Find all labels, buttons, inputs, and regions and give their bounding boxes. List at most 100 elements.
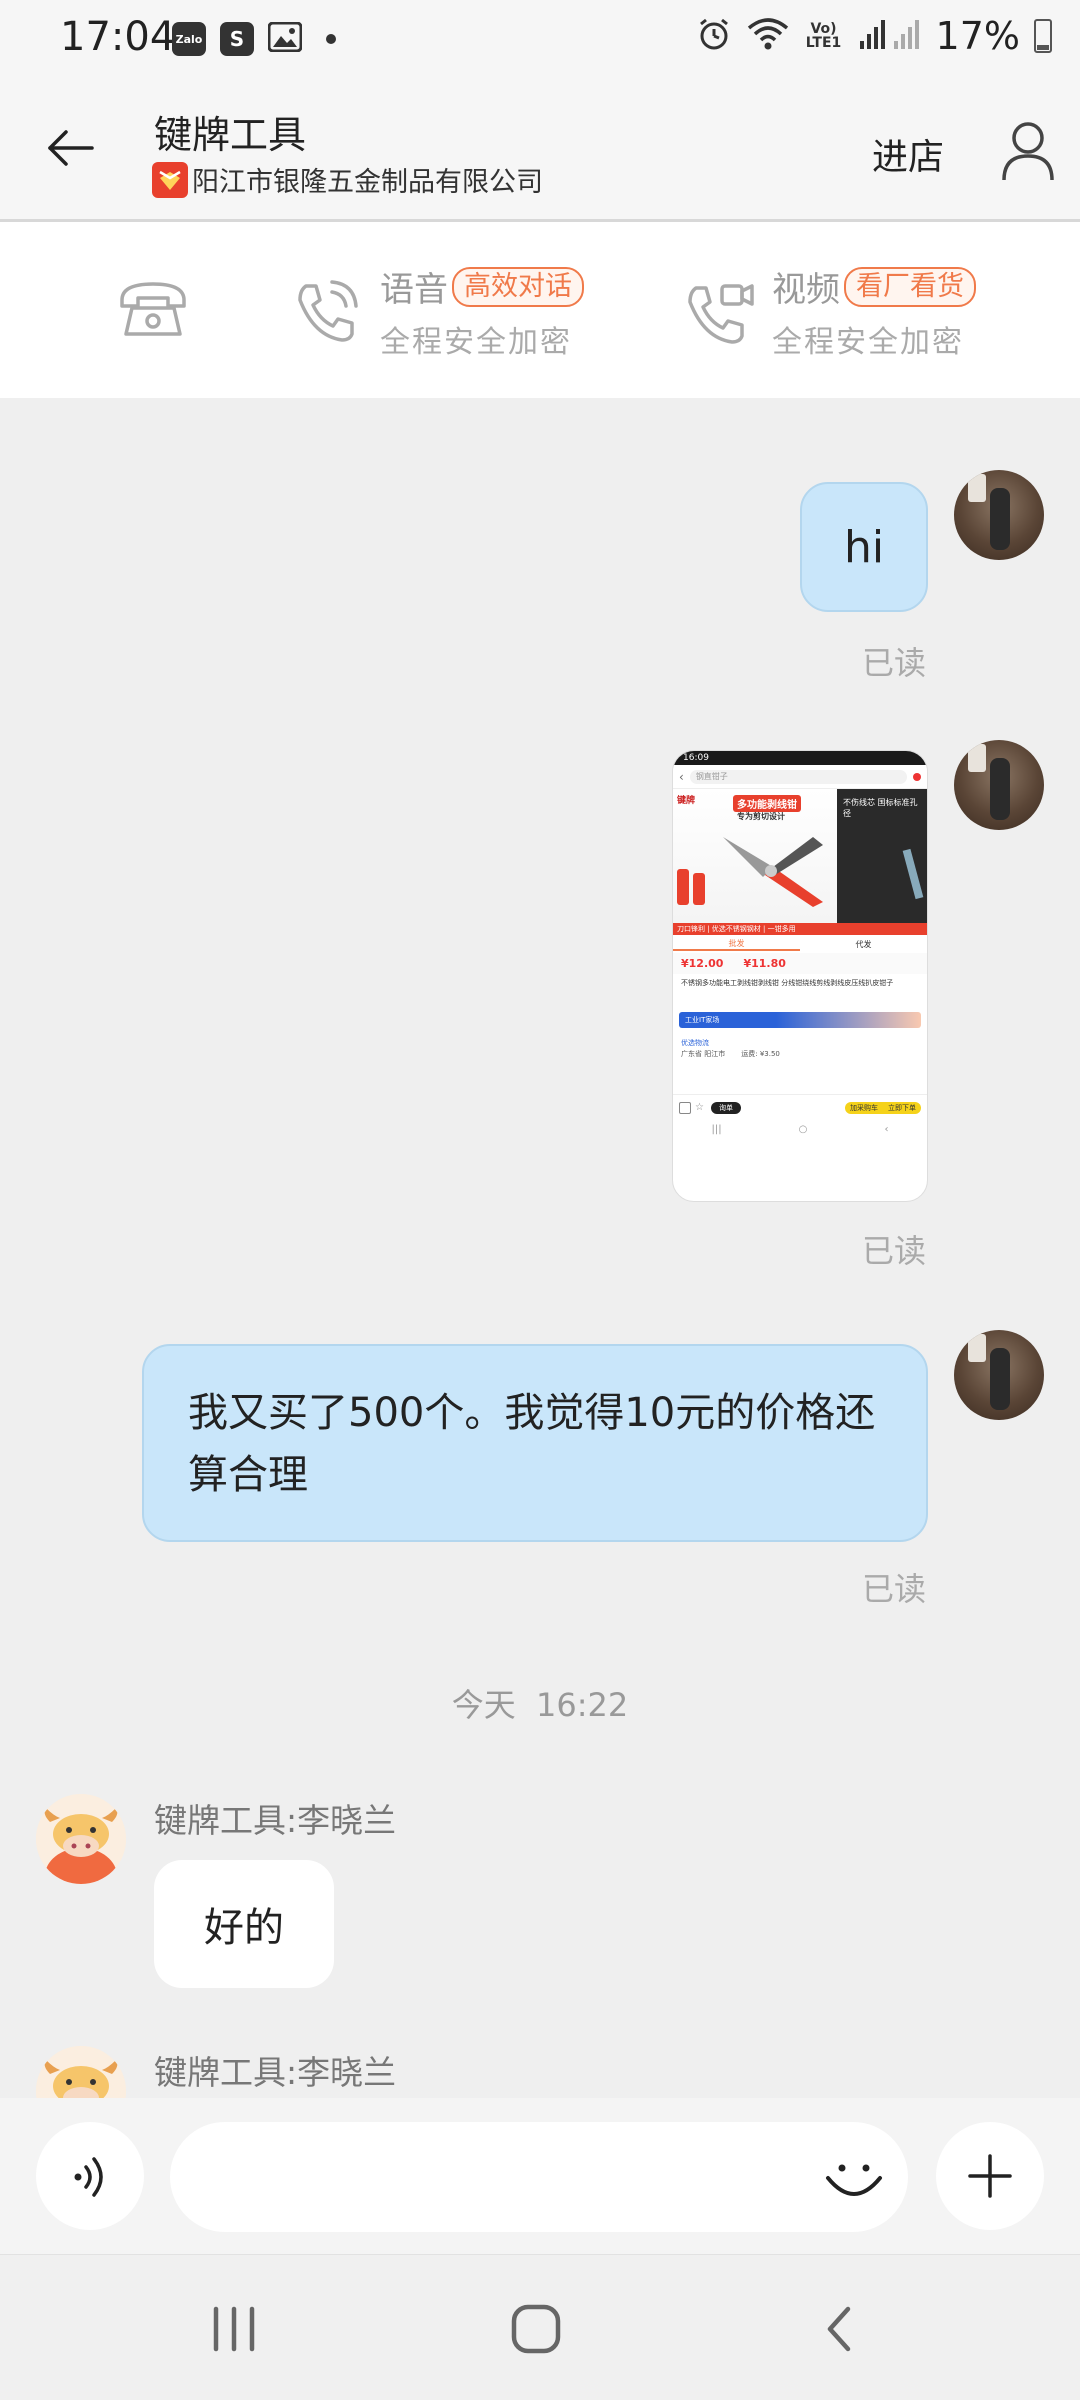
thumb-shipping-fee: 运费: ¥3.50 — [741, 1050, 780, 1058]
status-right: Vo) LTE1 17% — [696, 14, 1052, 58]
seller-avatar[interactable] — [36, 1794, 126, 1884]
thumb-price-1: ¥12.00 — [681, 957, 724, 970]
more-notifications-dot — [326, 34, 336, 44]
message-input[interactable] — [170, 2122, 908, 2232]
thumb-banner: 键牌 多功能剥线钳 专为剪切设计 — [673, 789, 837, 923]
video-call-button[interactable]: 视频 看厂看货 全程安全加密 — [684, 262, 1004, 362]
message-bubble[interactable]: hi — [800, 482, 928, 612]
voice-input-button[interactable] — [36, 2122, 144, 2230]
video-call-label: 视频 — [772, 270, 840, 310]
image-message[interactable]: 16:09 ‹ 钢直钳子 键牌 多功能剥线钳 专为剪切设计 不伤线芯 国标标准孔… — [672, 750, 928, 1202]
voice-input-icon — [74, 2157, 103, 2197]
chat-header: 键牌工具 阳江市银隆五金制品有限公司 进店 — [0, 80, 1080, 222]
message-input-bar — [0, 2098, 1080, 2254]
phone-call-button[interactable] — [116, 278, 190, 344]
thumb-factory-bar: 工业IT家场 — [679, 1012, 921, 1028]
chat-messages[interactable]: hi 已读 16:09 ‹ 钢直钳子 键牌 多功能剥线钳 专为剪切设计 不伤线芯… — [0, 398, 1080, 2098]
thumb-store-icon — [679, 1101, 691, 1114]
thumb-banner-sub: 专为剪切设计 — [737, 812, 785, 821]
sender-name: 键牌工具:李晓兰 — [154, 1801, 397, 1840]
thumb-side-banner: 不伤线芯 国标标准孔径 — [837, 789, 927, 923]
my-avatar[interactable] — [954, 740, 1044, 830]
thumb-ship-from: 广东省 阳江市 — [681, 1050, 726, 1058]
voice-call-button[interactable]: 语音 高效对话 全程安全加密 — [292, 262, 592, 362]
home-icon — [511, 2304, 561, 2354]
thumb-banner-title: 多功能剥线钳 — [733, 795, 801, 812]
thumb-tab-dropship: 代发 — [855, 939, 872, 949]
video-call-icon — [688, 284, 754, 344]
thumb-status-bar: 16:09 — [673, 751, 927, 765]
time-divider: 今天 16:22 — [451, 1686, 629, 1724]
back-nav-icon — [827, 2306, 851, 2352]
emoji-button[interactable] — [816, 2140, 892, 2216]
battery-icon — [1034, 19, 1052, 53]
voice-call-subtitle: 全程安全加密 — [380, 325, 572, 360]
thumb-brand: 键牌 — [677, 796, 696, 806]
enter-shop-button[interactable]: 进店 — [872, 128, 944, 180]
notification-icons: Zalo S — [172, 21, 336, 56]
thumb-search: 钢直钳子 — [689, 769, 907, 784]
wifi-icon — [746, 16, 790, 56]
arrow-left-icon — [48, 130, 94, 166]
thumb-chat-button: 询单 — [711, 1101, 741, 1114]
thumb-ship-label: 优选物流 — [681, 1039, 709, 1047]
battery-percent: 17% — [935, 14, 1020, 58]
message-bubble[interactable]: 好的 — [154, 1860, 334, 1988]
video-call-subtitle: 全程安全加密 — [772, 325, 964, 360]
voice-call-label: 语音 — [380, 270, 448, 310]
phone-icon — [120, 282, 186, 336]
recents-button[interactable] — [194, 2295, 274, 2365]
user-profile-button[interactable] — [998, 118, 1058, 184]
signal-icon — [858, 17, 922, 55]
home-button[interactable] — [496, 2295, 576, 2365]
shop-name: 阳江市银隆五金制品有限公司 — [192, 167, 543, 198]
bull-mascot-icon — [36, 1794, 126, 1884]
call-options-bar: 语音 高效对话 全程安全加密 视频 看厂看货 全程安全加密 — [0, 222, 1080, 398]
video-call-tag: 看厂看货 — [844, 266, 976, 307]
gallery-icon — [267, 21, 303, 56]
thumb-back-nav-icon: ‹ — [884, 1123, 889, 1135]
my-avatar[interactable] — [954, 1330, 1044, 1420]
plus-icon — [968, 2154, 1012, 2198]
more-options-button[interactable] — [936, 2122, 1044, 2230]
thumb-star-icon: ☆ — [695, 1101, 704, 1113]
seller-avatar[interactable] — [36, 2046, 126, 2098]
thumb-tab-wholesale: 批发 — [673, 938, 800, 951]
thumb-product-name: 不锈钢多功能电工剥线钳剥线钳 分线钳绕线剪线剥线皮压线扒皮钳子 — [681, 979, 894, 987]
zalo-app-icon: Zalo — [172, 22, 206, 56]
message-bubble[interactable]: 我又买了500个。我觉得10元的价格还算合理 — [142, 1344, 928, 1542]
recents-icon — [213, 2306, 255, 2352]
thumb-buy-button: 立即下单 — [883, 1101, 921, 1114]
read-status: 已读 — [862, 644, 927, 682]
thumb-recents-icon: ||| — [711, 1123, 722, 1135]
status-time: 17:04 — [60, 14, 176, 60]
thumb-nav-bar: ||| ○ ‹ — [673, 1120, 927, 1138]
voice-call-icon — [298, 280, 358, 342]
shop-info[interactable]: 阳江市银隆五金制品有限公司 — [152, 160, 543, 199]
voice-call-tag: 高效对话 — [452, 266, 584, 307]
back-button[interactable] — [40, 118, 100, 178]
lte-indicator: Vo) LTE1 — [805, 21, 842, 51]
thumb-price-2: ¥11.80 — [743, 957, 786, 970]
my-avatar[interactable] — [954, 470, 1044, 560]
thumb-cart-badge — [913, 772, 921, 781]
chat-title[interactable]: 键牌工具 — [154, 104, 306, 159]
pliers-image — [723, 837, 823, 907]
message-text: hi — [843, 521, 885, 573]
back-nav-button[interactable] — [800, 2295, 880, 2365]
shopee-app-icon: S — [220, 22, 254, 56]
emoji-icon — [826, 2164, 882, 2196]
thumb-home-icon: ○ — [798, 1123, 808, 1135]
thumb-strip: 刀口锋利 | 优选不锈钢钢材 | 一钳多用 — [673, 923, 927, 935]
sender-name: 键牌工具:李晓兰 — [154, 2053, 397, 2092]
read-status: 已读 — [862, 1232, 927, 1270]
status-bar: 17:04 Zalo S Vo) LTE1 17% — [0, 0, 1080, 80]
thumb-cart-button: 加采购车 — [845, 1101, 883, 1114]
shop-badge-icon — [152, 161, 188, 198]
system-nav-bar — [0, 2254, 1080, 2400]
thumb-back-icon: ‹ — [679, 769, 684, 784]
thumb-side-title: 不伤线芯 国标标准孔径 — [843, 798, 918, 818]
message-text: 我又买了500个。我觉得10元的价格还算合理 — [188, 1390, 876, 1498]
read-status: 已读 — [862, 1570, 927, 1608]
message-text: 好的 — [204, 1905, 284, 1951]
